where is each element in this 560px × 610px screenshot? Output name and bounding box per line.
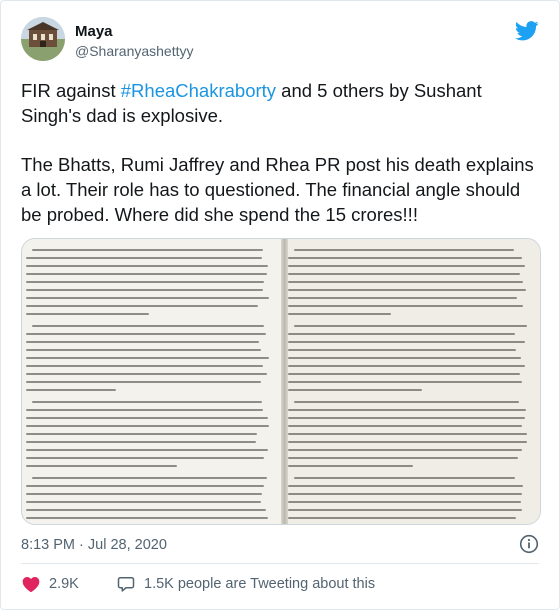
document-text-line bbox=[26, 257, 263, 259]
document-text-line bbox=[288, 493, 522, 495]
document-text-line bbox=[26, 297, 269, 299]
document-text-line bbox=[26, 417, 268, 419]
document-text-line bbox=[288, 257, 522, 259]
avatar-photo-icon bbox=[21, 17, 65, 61]
document-text-line bbox=[288, 357, 522, 359]
document-text-line bbox=[26, 389, 116, 391]
document-text-line bbox=[288, 409, 527, 411]
document-text-line bbox=[26, 509, 267, 511]
display-name[interactable]: Maya bbox=[75, 23, 113, 40]
document-text-line bbox=[288, 449, 523, 451]
document-text-line bbox=[288, 365, 525, 367]
document-text-line bbox=[26, 357, 269, 359]
like-button[interactable]: 2.9K bbox=[21, 572, 79, 596]
tweet-text: FIR against #RheaChakraborty and 5 other… bbox=[21, 78, 541, 227]
tweet-header: Maya @Sharanyashettyy bbox=[21, 17, 539, 65]
tweet-paragraph-2: The Bhatts, Rumi Jaffrey and Rhea PR pos… bbox=[21, 154, 534, 225]
tweet-text-prefix: FIR against bbox=[21, 80, 121, 101]
conversation-count: 1.5K people are Tweeting about this bbox=[144, 576, 376, 592]
document-text-line bbox=[288, 313, 391, 315]
document-page-left bbox=[22, 239, 284, 524]
document-text-line bbox=[32, 249, 264, 251]
document-text-line bbox=[26, 433, 257, 435]
document-text-line bbox=[32, 325, 265, 327]
document-text-line bbox=[26, 333, 267, 335]
user-handle[interactable]: @Sharanyashettyy bbox=[75, 43, 194, 59]
document-text-line bbox=[288, 517, 517, 519]
tweet-card: Maya @Sharanyashettyy FIR against #RheaC… bbox=[0, 0, 560, 610]
document-text-line bbox=[288, 289, 526, 291]
document-text-line bbox=[26, 289, 263, 291]
document-text-line bbox=[288, 441, 528, 443]
avatar[interactable] bbox=[21, 17, 65, 61]
document-text-line bbox=[288, 501, 522, 503]
document-text-line bbox=[26, 265, 269, 267]
document-text-line bbox=[26, 441, 257, 443]
document-text-line bbox=[26, 465, 178, 467]
speech-bubble-icon bbox=[117, 577, 135, 592]
document-text-line bbox=[288, 465, 414, 467]
document-text-line bbox=[288, 381, 523, 383]
heart-icon bbox=[22, 577, 40, 592]
document-text-line bbox=[26, 365, 264, 367]
document-text-line bbox=[288, 265, 525, 267]
document-fold bbox=[281, 239, 288, 524]
document-text-line bbox=[288, 281, 524, 283]
document-text-line bbox=[32, 477, 268, 479]
document-text-line bbox=[288, 297, 518, 299]
document-text-line bbox=[26, 409, 264, 411]
document-text-line bbox=[26, 349, 261, 351]
document-text-line bbox=[294, 325, 527, 327]
like-count: 2.9K bbox=[49, 576, 79, 592]
document-text-line bbox=[288, 305, 524, 307]
document-text-line bbox=[26, 373, 267, 375]
document-text-line bbox=[288, 333, 516, 335]
divider bbox=[21, 563, 539, 564]
document-text-line bbox=[26, 449, 269, 451]
document-text-line bbox=[288, 433, 527, 435]
document-text-line bbox=[26, 485, 265, 487]
document-text-line bbox=[288, 485, 524, 487]
document-text-line bbox=[26, 313, 150, 315]
conversation-button[interactable]: 1.5K people are Tweeting about this bbox=[116, 572, 375, 596]
document-text-line bbox=[288, 341, 525, 343]
tweet-paragraph-1: FIR against #RheaChakraborty and 5 other… bbox=[21, 78, 541, 128]
document-text-line bbox=[26, 305, 258, 307]
hashtag-link[interactable]: #RheaChakraborty bbox=[121, 80, 276, 101]
document-text-line bbox=[288, 417, 525, 419]
document-text-line bbox=[26, 273, 267, 275]
twitter-bird-icon[interactable] bbox=[515, 21, 539, 41]
document-text-line bbox=[288, 273, 521, 275]
document-text-line bbox=[294, 477, 515, 479]
document-text-line bbox=[26, 493, 263, 495]
tweet-actions: 2.9K 1.5K people are Tweeting about this bbox=[21, 572, 539, 596]
document-text-line bbox=[26, 341, 260, 343]
document-text-line bbox=[294, 249, 515, 251]
document-text-line bbox=[288, 389, 423, 391]
attached-document-image[interactable] bbox=[21, 238, 541, 525]
document-text-line bbox=[294, 401, 519, 403]
info-icon[interactable] bbox=[519, 534, 539, 554]
tweet-timestamp[interactable]: 8:13 PM · Jul 28, 2020 bbox=[21, 537, 167, 553]
document-page-right bbox=[284, 239, 540, 524]
document-text-line bbox=[26, 381, 261, 383]
document-text-line bbox=[288, 457, 519, 459]
document-text-line bbox=[32, 401, 263, 403]
document-text-line bbox=[26, 517, 268, 519]
document-text-line bbox=[288, 349, 516, 351]
document-text-line bbox=[288, 373, 520, 375]
document-text-line bbox=[26, 281, 264, 283]
document-text-line bbox=[26, 425, 270, 427]
document-text-line bbox=[26, 457, 264, 459]
document-text-line bbox=[288, 425, 522, 427]
document-text-line bbox=[288, 509, 522, 511]
document-text-line bbox=[26, 501, 261, 503]
